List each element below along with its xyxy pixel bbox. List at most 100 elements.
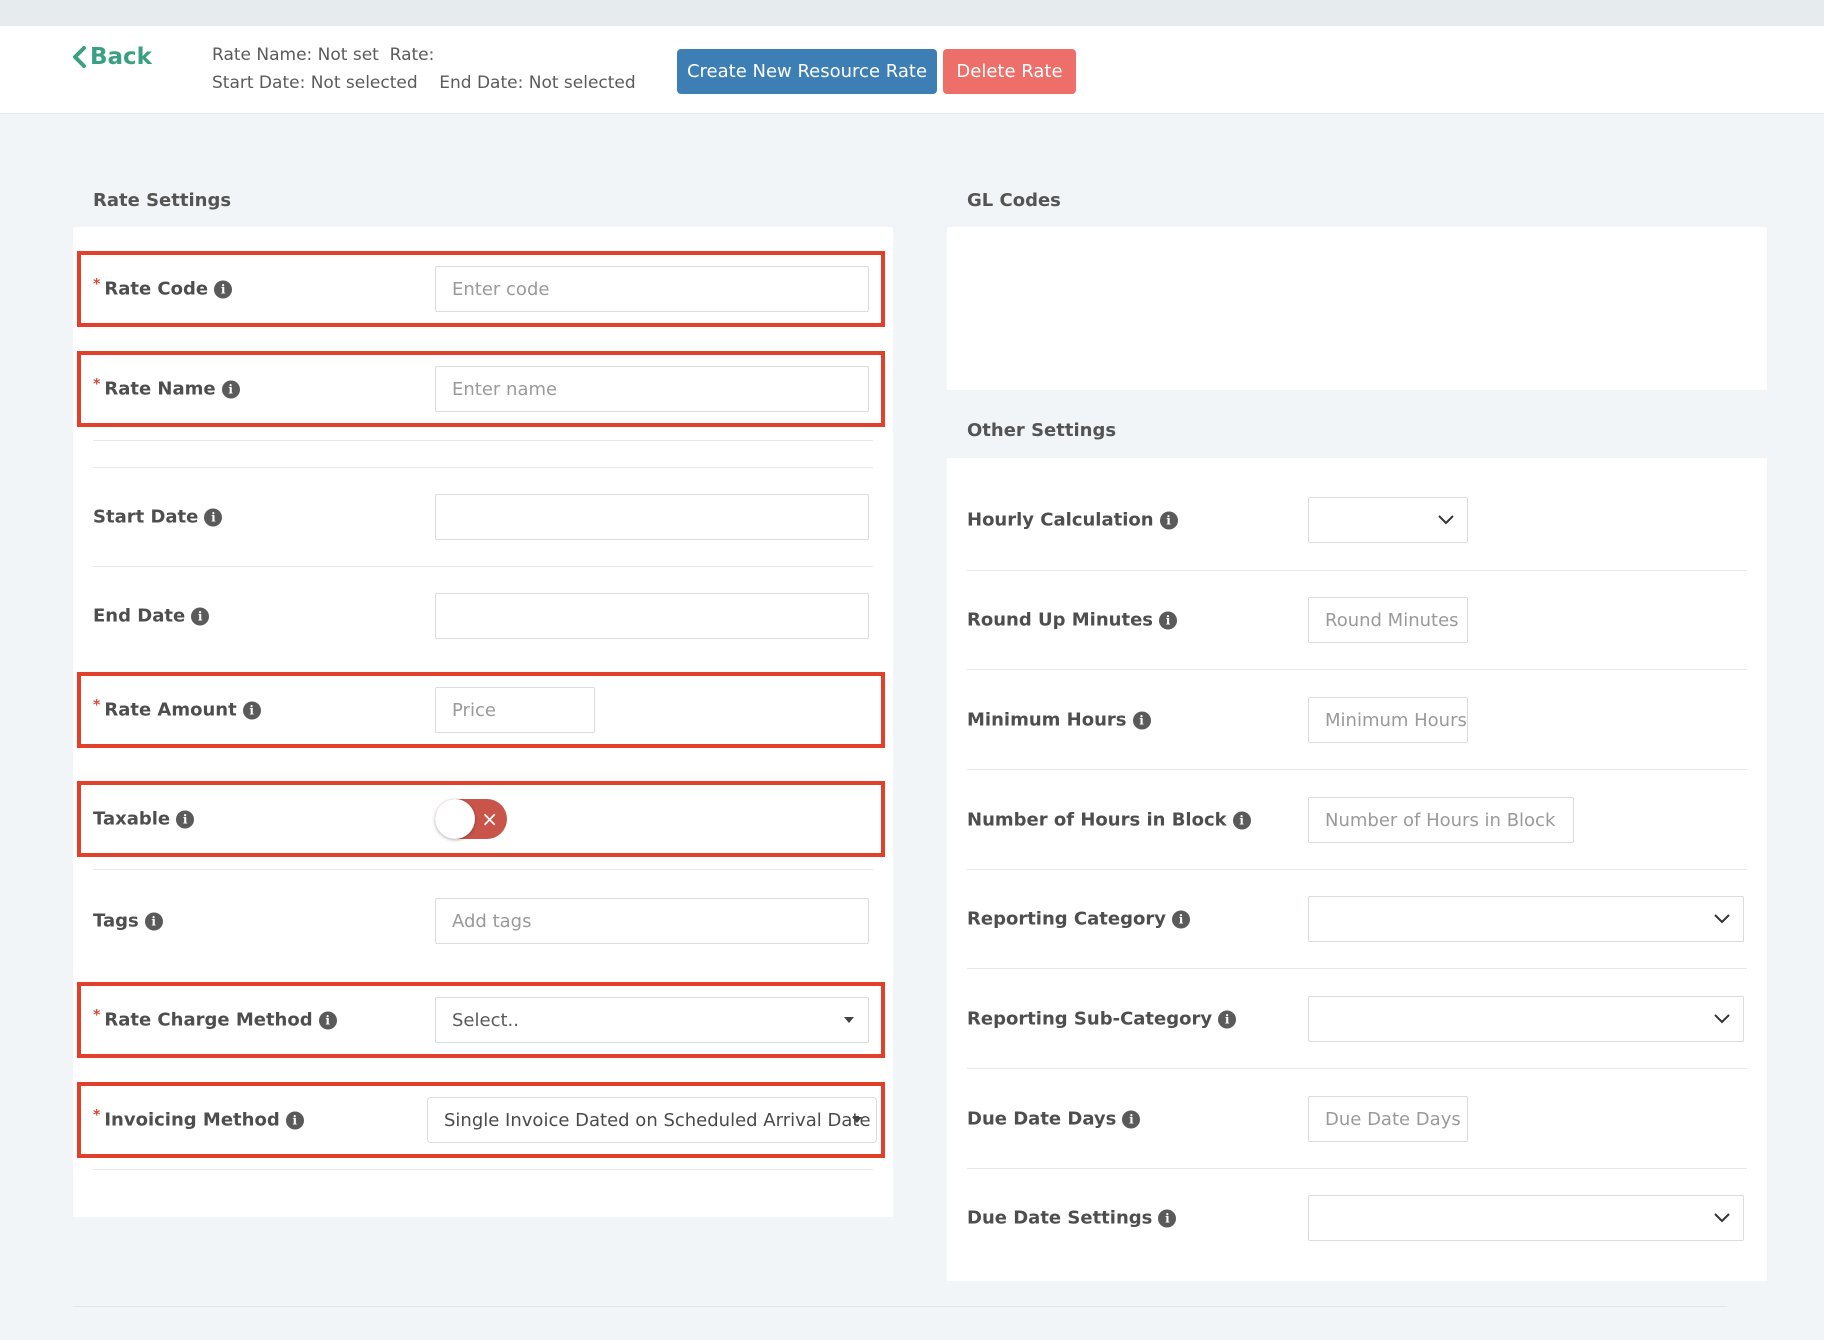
- due-date-settings-row: Due Date Settings i: [967, 1180, 1747, 1256]
- end-date-label: End Date i: [93, 606, 210, 627]
- rate-charge-method-label: * Rate Charge Method i: [93, 1008, 337, 1031]
- rate-amount-label: * Rate Amount i: [93, 698, 261, 721]
- round-up-minutes-input[interactable]: Round Minutes: [1308, 597, 1468, 643]
- info-icon[interactable]: i: [1159, 511, 1178, 529]
- divider: [93, 467, 873, 468]
- top-strip: [0, 0, 1824, 26]
- bottom-divider: [73, 1306, 1727, 1307]
- close-icon: ×: [481, 807, 498, 831]
- rate-charge-method-row: * Rate Charge Method i Select..: [93, 982, 873, 1058]
- hours-in-block-row: Number of Hours in Block i Number of Hour…: [967, 782, 1747, 858]
- rate-code-row: * Rate Code i Enter code: [93, 251, 873, 327]
- rate-name-input[interactable]: Enter name: [435, 366, 869, 412]
- info-icon[interactable]: i: [204, 508, 223, 526]
- hours-in-block-label: Number of Hours in Block i: [967, 810, 1251, 831]
- chevron-left-icon: [73, 46, 86, 68]
- back-label: Back: [90, 44, 152, 70]
- info-icon[interactable]: i: [191, 607, 210, 625]
- divider: [967, 570, 1747, 571]
- other-settings-title: Other Settings: [967, 420, 1117, 441]
- end-date-input[interactable]: [435, 593, 869, 639]
- divider: [93, 1169, 873, 1170]
- minimum-hours-label: Minimum Hours i: [967, 710, 1151, 731]
- divider: [93, 869, 873, 870]
- info-icon[interactable]: i: [1218, 1010, 1237, 1028]
- reporting-category-label: Reporting Category i: [967, 909, 1190, 930]
- minimum-hours-input[interactable]: Minimum Hours: [1308, 697, 1468, 743]
- rate-code-label: * Rate Code i: [93, 277, 233, 300]
- chevron-down-icon: [1714, 1014, 1730, 1024]
- taxable-label: Taxable i: [93, 809, 195, 830]
- info-icon[interactable]: i: [144, 912, 163, 930]
- rate-name-row: * Rate Name i Enter name: [93, 351, 873, 427]
- chevron-down-icon: [1714, 914, 1730, 924]
- info-icon[interactable]: i: [318, 1011, 337, 1029]
- round-up-minutes-row: Round Up Minutes i Round Minutes: [967, 582, 1747, 658]
- divider: [967, 1168, 1747, 1169]
- tags-row: Tags i Add tags: [93, 883, 873, 959]
- end-date-row: End Date i: [93, 578, 873, 654]
- divider: [967, 1068, 1747, 1069]
- taxable-toggle[interactable]: ×: [435, 799, 507, 839]
- start-date-label: Start Date i: [93, 507, 223, 528]
- due-date-settings-label: Due Date Settings i: [967, 1208, 1177, 1229]
- info-icon[interactable]: i: [1122, 1110, 1141, 1128]
- rate-summary-line1: Rate Name: Not set Rate:: [212, 45, 435, 65]
- gl-codes-title: GL Codes: [967, 190, 1061, 211]
- invoicing-method-row: * Invoicing Method i Single Invoice Dated …: [93, 1082, 877, 1158]
- caret-down-icon: [844, 1017, 854, 1023]
- info-icon[interactable]: i: [176, 810, 195, 828]
- back-link[interactable]: Back: [70, 44, 152, 70]
- rate-summary-line2: Start Date: Not selected End Date: Not s…: [212, 73, 636, 93]
- hourly-calculation-label: Hourly Calculation i: [967, 510, 1178, 531]
- info-icon[interactable]: i: [1232, 811, 1251, 829]
- reporting-sub-category-label: Reporting Sub-Category i: [967, 1009, 1237, 1030]
- info-icon[interactable]: i: [242, 701, 261, 719]
- round-up-minutes-label: Round Up Minutes i: [967, 610, 1178, 631]
- invoicing-method-label: * Invoicing Method i: [93, 1108, 304, 1131]
- delete-rate-button[interactable]: Delete Rate: [943, 49, 1076, 94]
- rate-code-input[interactable]: Enter code: [435, 266, 869, 312]
- info-icon[interactable]: i: [1159, 611, 1178, 629]
- chevron-down-icon: [1438, 515, 1454, 525]
- divider: [93, 440, 873, 441]
- info-icon[interactable]: i: [1132, 711, 1151, 729]
- due-date-days-input[interactable]: Due Date Days: [1308, 1096, 1468, 1142]
- invoicing-method-select[interactable]: Single Invoice Dated on Scheduled Arriva…: [427, 1097, 877, 1143]
- start-date-input[interactable]: [435, 494, 869, 540]
- reporting-category-row: Reporting Category i: [967, 881, 1747, 957]
- info-icon[interactable]: i: [1158, 1209, 1177, 1227]
- caret-down-icon: [852, 1117, 862, 1123]
- reporting-sub-category-row: Reporting Sub-Category i: [967, 981, 1747, 1057]
- gl-codes-card: [947, 227, 1767, 390]
- tags-input[interactable]: Add tags: [435, 898, 869, 944]
- minimum-hours-row: Minimum Hours i Minimum Hours: [967, 682, 1747, 758]
- divider: [967, 669, 1747, 670]
- rate-charge-method-select[interactable]: Select..: [435, 997, 869, 1043]
- start-date-row: Start Date i: [93, 479, 873, 555]
- info-icon[interactable]: i: [214, 280, 233, 298]
- divider: [967, 869, 1747, 870]
- hourly-calculation-select[interactable]: [1308, 497, 1468, 543]
- reporting-category-select[interactable]: [1308, 896, 1744, 942]
- due-date-days-label: Due Date Days i: [967, 1109, 1141, 1130]
- hourly-calculation-row: Hourly Calculation i: [967, 482, 1747, 558]
- divider: [93, 566, 873, 567]
- create-new-resource-rate-button[interactable]: Create New Resource Rate: [677, 49, 937, 94]
- info-icon[interactable]: i: [221, 380, 240, 398]
- info-icon[interactable]: i: [285, 1111, 304, 1129]
- rate-amount-input[interactable]: Price: [435, 687, 595, 733]
- rate-amount-row: * Rate Amount i Price: [93, 672, 873, 748]
- divider: [967, 968, 1747, 969]
- hours-in-block-input[interactable]: Number of Hours in Block: [1308, 797, 1574, 843]
- reporting-sub-category-select[interactable]: [1308, 996, 1744, 1042]
- divider: [967, 769, 1747, 770]
- chevron-down-icon: [1714, 1213, 1730, 1223]
- taxable-row: Taxable i ×: [93, 781, 873, 857]
- rate-settings-title: Rate Settings: [93, 190, 232, 211]
- toggle-knob: [435, 799, 475, 839]
- due-date-settings-select[interactable]: [1308, 1195, 1744, 1241]
- tags-label: Tags i: [93, 911, 163, 932]
- rate-name-label: * Rate Name i: [93, 377, 240, 400]
- info-icon[interactable]: i: [1171, 910, 1190, 928]
